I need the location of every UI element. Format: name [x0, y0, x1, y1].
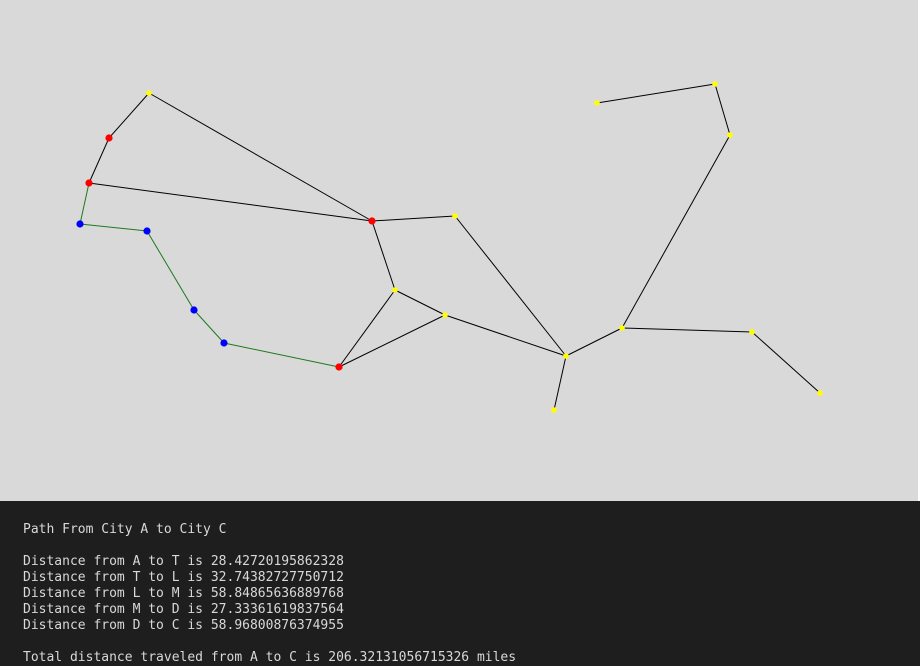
- graph-canvas: [0, 0, 918, 501]
- graph-edge: [338, 314, 446, 368]
- city-node-blue: [76, 220, 84, 228]
- city-node-yellow: [146, 90, 152, 96]
- city-node-blue: [143, 227, 151, 235]
- nodes-layer: [76, 81, 823, 413]
- city-node-yellow: [551, 407, 557, 413]
- graph-edge: [565, 327, 623, 357]
- city-node-red: [105, 134, 113, 142]
- path-edge: [79, 223, 148, 232]
- graph-edge: [553, 355, 567, 411]
- graph-edge: [88, 182, 373, 222]
- graph-edge: [621, 327, 753, 333]
- distance-line: Distance from M to D is 27.3336161983756…: [23, 602, 344, 617]
- graph-edge: [751, 331, 821, 394]
- path-edge: [223, 342, 340, 368]
- city-node-yellow: [817, 390, 823, 396]
- graph-edge: [621, 134, 731, 329]
- city-node-yellow: [442, 312, 448, 318]
- distance-line: Distance from A to T is 28.4272019586232…: [23, 554, 344, 569]
- city-node-yellow: [749, 329, 755, 335]
- graph-edge: [108, 92, 150, 139]
- path-edge: [79, 182, 90, 225]
- graph-edge: [88, 137, 110, 184]
- graph-edge: [596, 83, 716, 104]
- distance-line: Distance from T to L is 32.7438272775071…: [23, 570, 344, 585]
- city-node-yellow: [452, 213, 458, 219]
- graph-edge: [371, 220, 396, 291]
- city-node-yellow: [712, 81, 718, 87]
- city-node-yellow: [727, 132, 733, 138]
- graph-edge: [394, 289, 446, 316]
- distance-line: Distance from D to C is 58.9680087637495…: [23, 618, 344, 633]
- edges-layer: [79, 83, 821, 411]
- city-node-red: [335, 363, 343, 371]
- city-node-yellow: [392, 287, 398, 293]
- city-node-yellow: [594, 100, 600, 106]
- path-heading: Path From City A to City C: [23, 522, 227, 537]
- city-node-blue: [190, 306, 198, 314]
- city-node-red: [85, 179, 93, 187]
- city-node-red: [368, 217, 376, 225]
- graph-edge: [338, 289, 396, 368]
- graph-edge: [714, 83, 731, 136]
- distance-line: Distance from L to M is 58.8486563688976…: [23, 586, 344, 601]
- city-node-yellow: [563, 353, 569, 359]
- path-edge: [146, 230, 195, 311]
- city-node-blue: [220, 339, 228, 347]
- total-distance-line: Total distance traveled from A to C is 2…: [23, 650, 517, 665]
- console-output: Path From City A to City C Distance from…: [0, 501, 920, 666]
- graph-edge: [454, 215, 567, 357]
- graph-edge: [444, 314, 567, 357]
- city-node-yellow: [619, 325, 625, 331]
- graph-edge: [371, 215, 456, 222]
- path-edge: [193, 309, 225, 344]
- graph-edge: [148, 92, 373, 222]
